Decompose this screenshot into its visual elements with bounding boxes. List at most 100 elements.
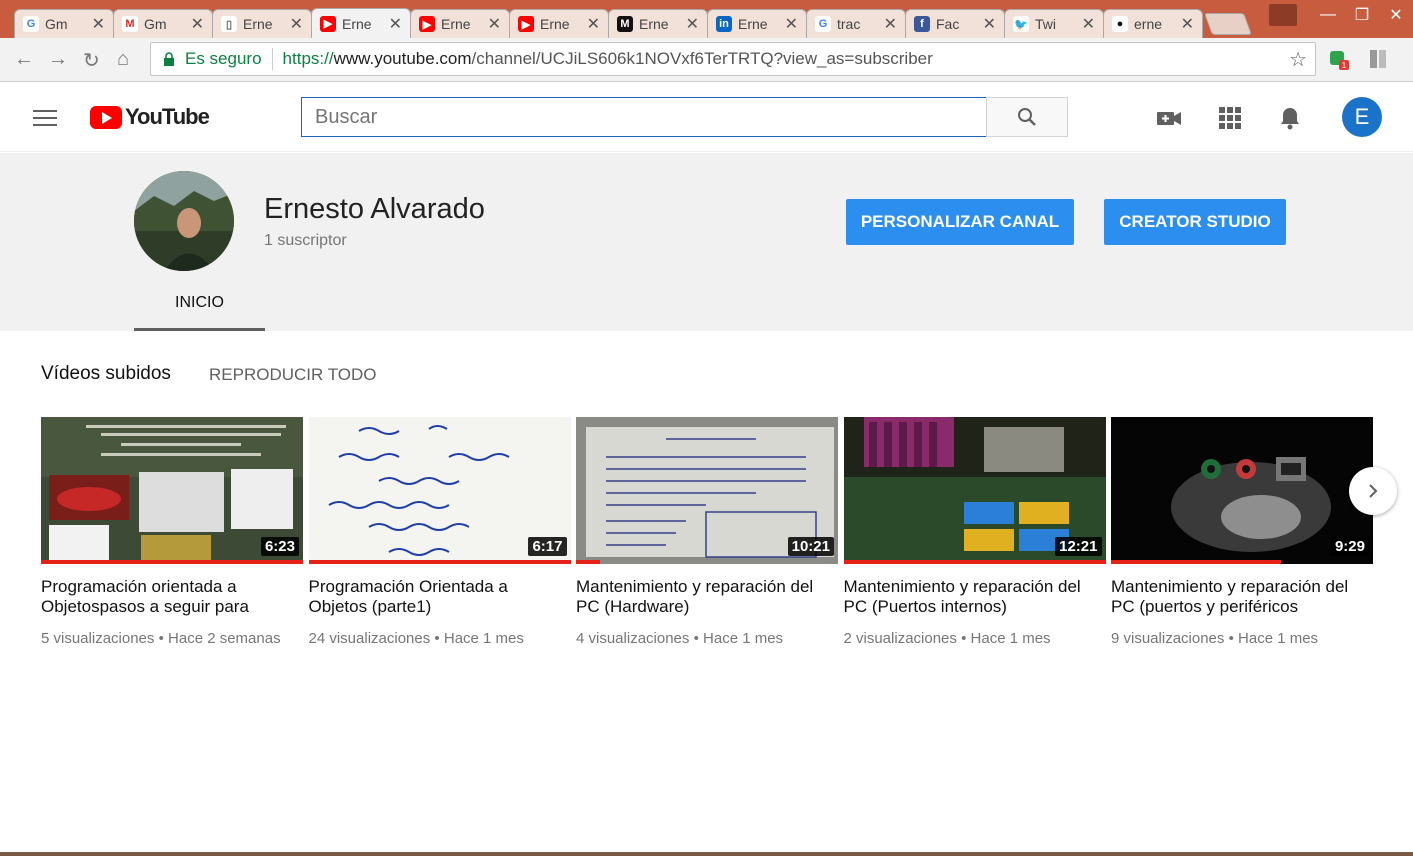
watch-progress-bar [41, 560, 303, 564]
new-tab-button[interactable] [1203, 13, 1253, 35]
browser-tab[interactable]: ● erne ✕ [1103, 9, 1203, 38]
url-host: www.youtube.com [333, 49, 472, 68]
restore-icon[interactable]: ❐ [1345, 2, 1379, 28]
play-all-link[interactable]: REPRODUCIR TODO [209, 365, 377, 385]
url-path: /channel/UCJiLS606k1NOVxf6TerTRTQ?view_a… [471, 49, 933, 68]
video-duration: 6:17 [528, 537, 567, 556]
tab-title: trac [837, 16, 861, 32]
tab-home[interactable]: INICIO [134, 283, 265, 331]
reload-icon[interactable]: ↻ [83, 48, 100, 73]
video-title[interactable]: Mantenimiento y reparación del PC (Puert… [844, 577, 1106, 617]
video-age: Hace 1 mes [970, 630, 1051, 647]
notifications-bell-icon[interactable] [1277, 105, 1303, 131]
apps-grid-icon[interactable] [1217, 105, 1243, 131]
video-card[interactable]: 6:17 Programación Orientada a Objetos (pa… [308, 417, 571, 650]
video-meta: 2 visualizaciones • Hace 1 mes [844, 628, 1106, 650]
close-tab-icon[interactable]: ✕ [785, 14, 798, 34]
close-tab-icon[interactable]: ✕ [488, 14, 501, 34]
browser-tab[interactable]: f Fac ✕ [905, 9, 1005, 38]
customize-channel-button[interactable]: PERSONALIZAR CANAL [846, 199, 1074, 245]
meta-separator: • [961, 630, 967, 647]
video-title[interactable]: Mantenimiento y reparación del PC (puert… [1111, 577, 1373, 617]
back-icon[interactable]: ← [14, 48, 34, 71]
extension-icon[interactable]: 1 [1327, 48, 1349, 70]
video-title[interactable]: Programación orientada a Objetospasos a … [41, 577, 303, 617]
url-scheme: https:// [282, 49, 334, 68]
close-tab-icon[interactable]: ✕ [983, 14, 996, 34]
profile-button[interactable] [1269, 4, 1297, 26]
close-tab-icon[interactable]: ✕ [389, 14, 402, 34]
browser-tab[interactable]: ▶ Erne ✕ [410, 9, 510, 38]
close-tab-icon[interactable]: ✕ [191, 14, 204, 34]
menu-icon[interactable] [33, 110, 57, 131]
search-button[interactable] [986, 97, 1068, 137]
window-controls: — ❐ ✕ [1269, 0, 1413, 30]
video-thumbnail[interactable]: 12:21 [843, 417, 1106, 564]
address-bar[interactable]: Es seguro https://www.youtube.com/channe… [150, 42, 1316, 76]
browser-tab[interactable]: M Gm ✕ [113, 9, 213, 38]
video-card[interactable]: 9:29 Mantenimiento y reparación del PC (p… [1111, 417, 1373, 650]
video-views: 5 visualizaciones [41, 630, 155, 647]
video-thumbnail[interactable]: 6:23 [41, 417, 303, 564]
close-tab-icon[interactable]: ✕ [884, 14, 897, 34]
minimize-icon[interactable]: — [1311, 2, 1345, 28]
browser-tab[interactable]: ▶ Erne ✕ [311, 8, 411, 38]
video-card[interactable]: 6:23 Programación orientada a Objetospaso… [41, 417, 303, 650]
youtube-logo[interactable]: YouTube [90, 104, 210, 130]
video-title[interactable]: Programación Orientada a Objetos (parte1… [309, 577, 571, 617]
google-icon: G [815, 16, 831, 32]
tab-title: Erne [441, 16, 471, 32]
video-card[interactable]: 12:21 Mantenimiento y reparación del PC (… [843, 417, 1106, 650]
tab-title: Erne [540, 16, 570, 32]
tab-title: Erne [639, 16, 669, 32]
tab-title: Erne [243, 16, 273, 32]
meta-separator: • [434, 630, 440, 647]
youtube-header: YouTube E [0, 82, 1413, 152]
close-tab-icon[interactable]: ✕ [290, 14, 303, 34]
video-views: 2 visualizaciones [843, 630, 957, 647]
browser-tab[interactable]: 🐦 Twi ✕ [1004, 9, 1104, 38]
google-icon: G [23, 16, 39, 32]
video-thumbnail[interactable]: 6:17 [308, 417, 571, 564]
video-title[interactable]: Mantenimiento y reparación del PC (Hardw… [576, 577, 838, 617]
close-tab-icon[interactable]: ✕ [686, 14, 699, 34]
extension-badge: 1 [1342, 61, 1347, 70]
home-icon[interactable]: ⌂ [117, 48, 129, 71]
document-icon: ▯ [221, 16, 237, 32]
browser-tab[interactable]: ▶ Erne ✕ [509, 9, 609, 38]
video-duration: 12:21 [1055, 537, 1102, 556]
browser-tab[interactable]: Gtrac ✕ [806, 9, 906, 38]
close-tab-icon[interactable]: ✕ [92, 14, 105, 34]
gmail-icon: M [122, 16, 138, 32]
browser-tab[interactable]: ▯ Erne ✕ [212, 9, 312, 38]
video-meta: 4 visualizaciones • Hace 1 mes [576, 628, 838, 650]
account-avatar[interactable]: E [1342, 97, 1382, 137]
video-age: Hace 1 mes [443, 630, 524, 647]
forward-icon[interactable]: → [48, 48, 68, 71]
close-tab-icon[interactable]: ✕ [1082, 14, 1095, 34]
tab-title: Erne [738, 16, 768, 32]
meta-separator: • [1228, 630, 1234, 647]
upload-video-icon[interactable] [1156, 105, 1182, 131]
bookmark-star-icon[interactable]: ☆ [1289, 47, 1307, 72]
tab-title: Twi [1035, 16, 1056, 32]
browser-tab[interactable]: in Erne ✕ [707, 9, 807, 38]
video-thumbnail[interactable]: 10:21 [576, 417, 838, 564]
creator-studio-button[interactable]: CREATOR STUDIO [1104, 199, 1286, 245]
close-tab-icon[interactable]: ✕ [1181, 14, 1194, 34]
search-input[interactable] [301, 97, 987, 137]
browser-tab[interactable]: M Erne ✕ [608, 9, 708, 38]
shelf-next-button[interactable] [1349, 467, 1397, 515]
video-card[interactable]: 10:21 Mantenimiento y reparación del PC (… [576, 417, 838, 650]
close-tab-icon[interactable]: ✕ [587, 14, 600, 34]
meta-separator: • [693, 630, 699, 647]
extension-icon-2[interactable] [1367, 48, 1389, 70]
medium-icon: M [617, 16, 633, 32]
video-thumbnail[interactable]: 9:29 [1111, 417, 1373, 564]
github-icon: ● [1112, 16, 1128, 32]
close-window-icon[interactable]: ✕ [1379, 2, 1413, 28]
video-duration: 10:21 [787, 537, 834, 556]
secure-label: Es seguro [185, 49, 262, 68]
browser-tab[interactable]: G Gm ✕ [14, 9, 114, 38]
section-title[interactable]: Vídeos subidos [41, 363, 171, 385]
